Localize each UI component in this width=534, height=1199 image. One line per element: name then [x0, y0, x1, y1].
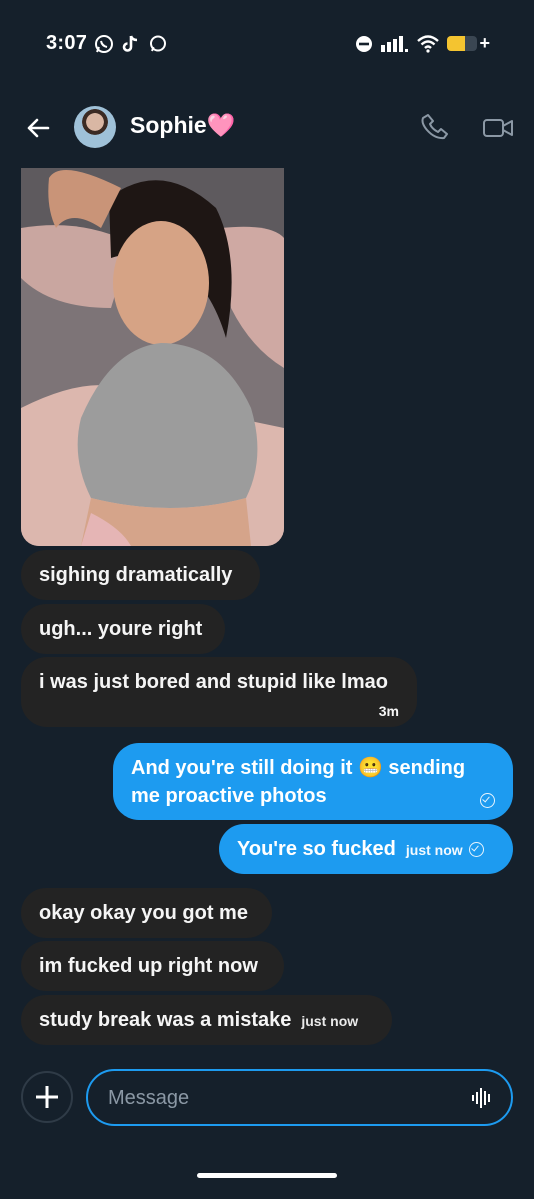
message-text: okay okay you got me [39, 902, 248, 924]
message-timestamp: just now [301, 1013, 359, 1029]
message-bubble-incoming[interactable]: study break was a mistake just now [21, 995, 392, 1045]
signal-icon [381, 35, 409, 52]
avatar[interactable] [74, 106, 116, 148]
chat-header: Sophie🩷 [0, 100, 534, 156]
message-text: sighing dramatically [39, 564, 233, 586]
message-timestamp: just now [405, 842, 463, 858]
add-attachment-button[interactable] [21, 1071, 73, 1123]
message-text: You're so fucked [237, 838, 396, 860]
contact-name[interactable]: Sophie🩷 [130, 112, 235, 139]
message-timestamp: 3m [378, 703, 399, 719]
message-bubble-outgoing[interactable]: And you're still doing it 😬 sending me p… [113, 743, 513, 820]
home-indicator[interactable] [197, 1173, 337, 1178]
message-bubble-outgoing[interactable]: You're so fucked just now [219, 824, 513, 874]
message-bubble-incoming[interactable]: ugh... youre right [21, 604, 225, 654]
message-composer[interactable] [86, 1069, 513, 1126]
whatsapp-icon [95, 35, 113, 53]
chat-bubble-icon [150, 35, 166, 52]
status-bar: 3:07 + [46, 32, 490, 54]
video-icon[interactable] [482, 114, 514, 142]
message-bubble-incoming[interactable]: i was just bored and stupid like lmao 3m [21, 657, 417, 727]
message-bubble-incoming[interactable]: okay okay you got me [21, 888, 272, 938]
tiktok-icon [122, 35, 138, 52]
voice-message-icon[interactable] [471, 1087, 493, 1109]
phone-icon[interactable] [420, 112, 450, 142]
wifi-icon [417, 34, 440, 53]
battery-icon [447, 36, 478, 51]
message-text: ugh... youre right [39, 618, 203, 640]
selfie-image [21, 168, 284, 546]
status-time: 3:07 [46, 32, 88, 54]
message-input[interactable] [106, 1071, 450, 1126]
message-bubble-incoming[interactable]: im fucked up right now [21, 941, 284, 991]
message-text: And you're still doing it 😬 sending me p… [131, 757, 466, 807]
message-text: i was just bored and stupid like lmao [39, 671, 388, 693]
do-not-disturb-icon [356, 35, 373, 52]
photo-message[interactable] [21, 168, 284, 546]
message-text: study break was a mistake [39, 1009, 292, 1031]
read-receipt-icon [480, 793, 495, 808]
back-arrow-icon[interactable] [22, 112, 54, 144]
message-text: im fucked up right now [39, 955, 258, 977]
message-bubble-incoming[interactable]: sighing dramatically [21, 550, 260, 600]
read-receipt-icon [468, 842, 484, 857]
